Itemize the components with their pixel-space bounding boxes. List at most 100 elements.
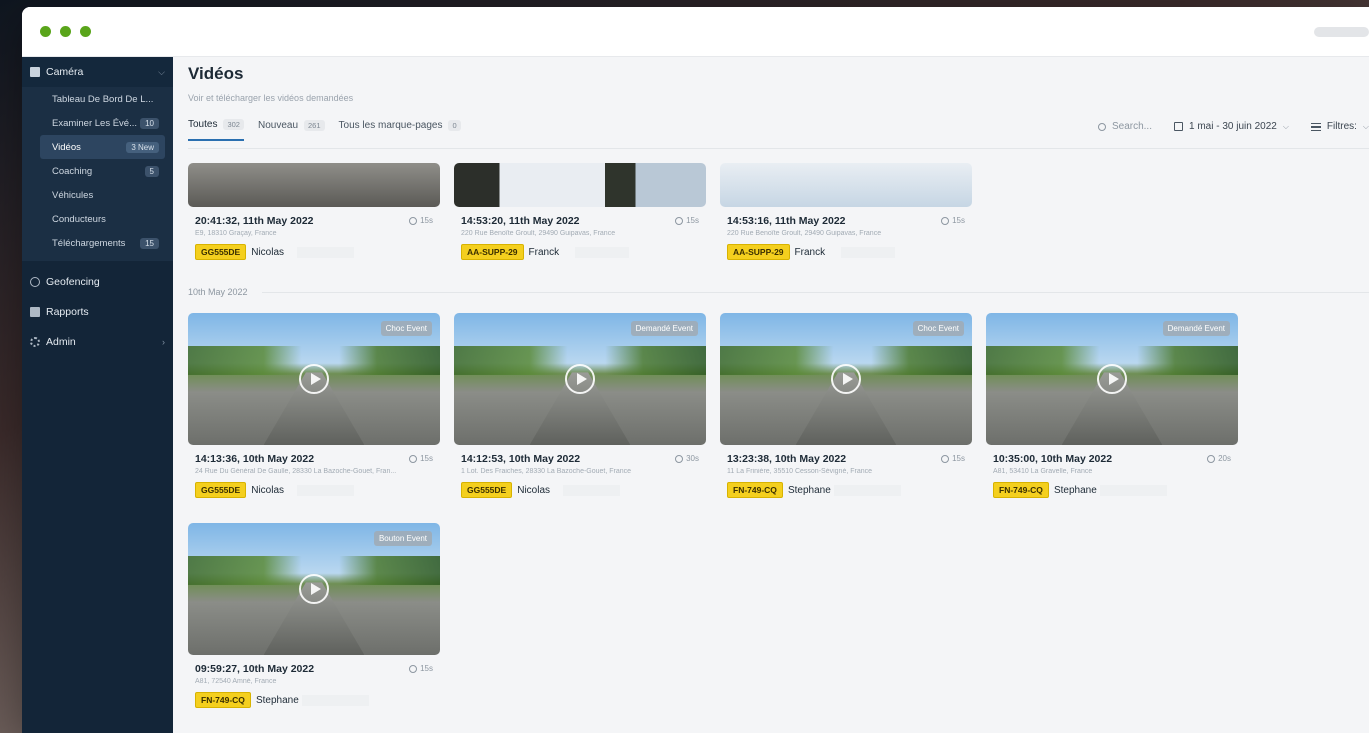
tabs-divider bbox=[188, 148, 1369, 149]
play-icon[interactable] bbox=[299, 364, 329, 394]
date-separator: 10th May 2022 bbox=[188, 287, 1369, 297]
duration-value: 15s bbox=[420, 454, 433, 463]
clock-icon bbox=[941, 454, 950, 463]
video-thumbnail[interactable]: Bouton Event bbox=[188, 523, 440, 655]
video-card[interactable]: 20:41:32, 11th May 2022 15s E9, 18310 Gr… bbox=[188, 163, 440, 260]
clock-icon bbox=[675, 454, 684, 463]
tab-nouveau[interactable]: Nouveau 261 bbox=[258, 119, 325, 141]
video-card[interactable]: Bouton Event 09:59:27, 10th May 2022 15s… bbox=[188, 523, 440, 708]
new-badge: 3 New bbox=[126, 141, 159, 153]
video-timestamp: 14:12:53, 10th May 2022 bbox=[461, 453, 581, 465]
page-subtitle: Voir et télécharger les vidéos demandées bbox=[188, 93, 354, 103]
gear-icon bbox=[30, 337, 40, 347]
video-card[interactable]: Choc Event 13:23:38, 10th May 2022 15s 1… bbox=[720, 313, 972, 498]
duration-value: 15s bbox=[686, 216, 699, 225]
clock-icon bbox=[675, 216, 684, 225]
duration-value: 15s bbox=[420, 664, 433, 673]
sidebar-item-geofencing[interactable]: Geofencing bbox=[22, 267, 173, 297]
tab-toutes[interactable]: Toutes 302 bbox=[188, 119, 244, 141]
duration-value: 15s bbox=[952, 454, 965, 463]
duration-value: 15s bbox=[420, 216, 433, 225]
sidebar-item-videos[interactable]: Vidéos 3 New bbox=[40, 135, 165, 159]
toolbar: Search... 1 mai - 30 juin 2022 ⌵ Filtres… bbox=[1097, 121, 1369, 132]
video-thumbnail[interactable]: Choc Event bbox=[720, 313, 972, 445]
search-placeholder: Search... bbox=[1111, 121, 1152, 132]
video-meta: 09:59:27, 10th May 2022 15s A81, 72540 A… bbox=[188, 655, 440, 708]
sidebar-item-examiner-evenements[interactable]: Examiner Les Évé... 10 bbox=[40, 111, 165, 135]
clock-icon bbox=[409, 454, 418, 463]
window-controls bbox=[40, 26, 91, 37]
vehicle-row: GG555DE Nicolas bbox=[195, 482, 433, 498]
sidebar-item-rapports[interactable]: Rapports bbox=[22, 297, 173, 327]
tab-count: 0 bbox=[448, 120, 461, 131]
driver-name: Nicolas bbox=[517, 484, 621, 496]
video-thumbnail[interactable]: Demandé Event bbox=[986, 313, 1238, 445]
date-range-value: 1 mai - 30 juin 2022 bbox=[1189, 121, 1277, 132]
vehicle-row: FN-749-CQ Stephane bbox=[195, 692, 433, 708]
video-address: E9, 18310 Graçay, France bbox=[195, 230, 277, 237]
video-timestamp: 14:53:20, 11th May 2022 bbox=[461, 215, 580, 227]
page-title: Vidéos bbox=[188, 64, 244, 83]
driver-name: Stephane bbox=[1053, 484, 1167, 496]
tab-label: Nouveau bbox=[257, 120, 299, 131]
tab-marque-pages[interactable]: Tous les marque-pages 0 bbox=[339, 119, 461, 141]
count-badge: 5 bbox=[144, 165, 159, 177]
event-type-tag: Choc Event bbox=[380, 321, 432, 336]
user-menu-placeholder[interactable] bbox=[1314, 27, 1369, 37]
minimize-dot[interactable] bbox=[60, 26, 71, 37]
video-thumbnail[interactable]: Choc Event bbox=[188, 313, 440, 445]
video-card[interactable]: Demandé Event 14:12:53, 10th May 2022 30… bbox=[454, 313, 706, 498]
video-card[interactable]: 14:53:16, 11th May 2022 15s 220 Rue Beno… bbox=[720, 163, 972, 260]
video-duration: 15s bbox=[941, 216, 965, 225]
driver-name: Franck bbox=[528, 246, 630, 258]
video-card[interactable]: Demandé Event 10:35:00, 10th May 2022 20… bbox=[986, 313, 1238, 498]
tab-count: 261 bbox=[304, 120, 325, 131]
close-dot[interactable] bbox=[40, 26, 51, 37]
tab-bar: Toutes 302 Nouveau 261 Tous les marque-p… bbox=[188, 119, 461, 141]
play-icon[interactable] bbox=[565, 364, 595, 394]
vehicle-row: GG555DE Nicolas bbox=[195, 244, 433, 260]
event-type-tag: Bouton Event bbox=[373, 531, 432, 546]
video-card[interactable]: Choc Event 14:13:36, 10th May 2022 15s 2… bbox=[188, 313, 440, 498]
video-thumbnail[interactable] bbox=[454, 163, 706, 207]
sidebar-item-tableau-de-bord[interactable]: Tableau De Bord De L... bbox=[40, 87, 165, 111]
video-thumbnail[interactable] bbox=[188, 163, 440, 207]
driver-name: Franck bbox=[794, 246, 896, 258]
play-icon[interactable] bbox=[299, 574, 329, 604]
video-meta: 10:35:00, 10th May 2022 20s A81, 53410 L… bbox=[986, 445, 1238, 498]
video-meta: 13:23:38, 10th May 2022 15s 11 La Friniè… bbox=[720, 445, 972, 498]
sidebar-item-coaching[interactable]: Coaching 5 bbox=[40, 159, 165, 183]
video-meta: 20:41:32, 11th May 2022 15s E9, 18310 Gr… bbox=[188, 207, 440, 260]
maximize-dot[interactable] bbox=[80, 26, 91, 37]
sidebar-item-conducteurs[interactable]: Conducteurs bbox=[40, 207, 165, 231]
filter-icon bbox=[1310, 122, 1321, 131]
video-meta: 14:13:36, 10th May 2022 15s 24 Rue Du Gé… bbox=[188, 445, 440, 498]
video-card[interactable]: 14:53:20, 11th May 2022 15s 220 Rue Beno… bbox=[454, 163, 706, 260]
chevron-down-icon: ⌵ bbox=[1362, 121, 1369, 131]
video-duration: 15s bbox=[675, 216, 699, 225]
video-address: A81, 53410 La Gravelle, France bbox=[993, 468, 1093, 475]
license-plate-badge: FN-749-CQ bbox=[195, 692, 251, 708]
sidebar-item-admin[interactable]: Admin › bbox=[22, 327, 173, 357]
sidebar-item-label: Admin bbox=[46, 336, 76, 348]
filters-button[interactable]: Filtres: ⌵ bbox=[1310, 121, 1369, 132]
driver-name: Nicolas bbox=[251, 246, 355, 258]
tab-count: 302 bbox=[223, 119, 244, 130]
sidebar-item-telechargements[interactable]: Téléchargements 15 bbox=[40, 231, 165, 255]
video-thumbnail[interactable] bbox=[720, 163, 972, 207]
play-icon[interactable] bbox=[831, 364, 861, 394]
calendar-icon bbox=[1174, 122, 1183, 131]
video-meta: 14:12:53, 10th May 2022 30s 1 Lot. Des F… bbox=[454, 445, 706, 498]
chevron-down-icon: ⌵ bbox=[158, 66, 165, 77]
video-address: 1 Lot. Des Fraiches, 28330 La Bazoche-Go… bbox=[461, 468, 632, 475]
video-meta: 14:53:16, 11th May 2022 15s 220 Rue Beno… bbox=[720, 207, 972, 260]
play-icon[interactable] bbox=[1097, 364, 1127, 394]
camera-section-header[interactable]: Caméra ⌵ bbox=[22, 57, 173, 87]
date-range-picker[interactable]: 1 mai - 30 juin 2022 ⌵ bbox=[1174, 121, 1289, 132]
camera-label: Caméra bbox=[46, 66, 84, 78]
search-input[interactable]: Search... bbox=[1097, 121, 1152, 132]
sidebar-item-label: Coaching bbox=[52, 165, 93, 177]
video-thumbnail[interactable]: Demandé Event bbox=[454, 313, 706, 445]
clock-icon bbox=[1207, 454, 1216, 463]
sidebar-item-vehicules[interactable]: Véhicules bbox=[40, 183, 165, 207]
